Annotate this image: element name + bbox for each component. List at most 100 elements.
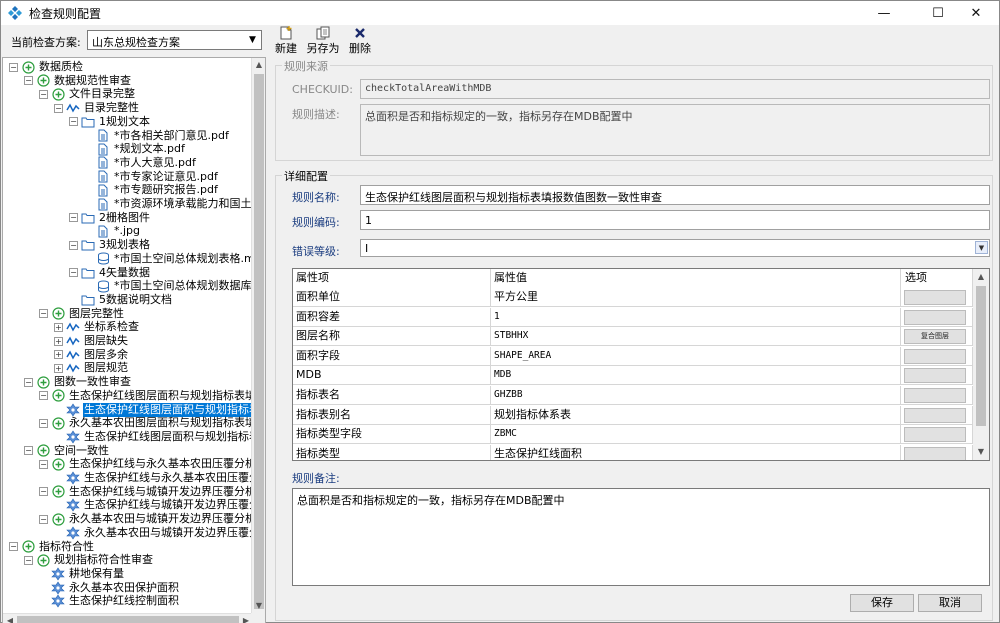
tree-node[interactable]: + 图层多余 (54, 348, 129, 362)
collapse-icon[interactable]: − (69, 213, 78, 223)
tree-node[interactable]: *规划文本.pdf (84, 142, 186, 156)
scroll-up-icon[interactable]: ▲ (973, 269, 989, 285)
collapse-icon[interactable]: − (9, 62, 18, 72)
property-value-cell[interactable]: 生态保护红线面积 (491, 444, 901, 460)
property-value-cell[interactable]: STBHHX (491, 327, 901, 347)
rule-code-input[interactable]: 1 (360, 210, 990, 230)
grid-column-header[interactable]: 选项 (901, 269, 973, 288)
collapse-icon[interactable]: − (9, 542, 18, 551)
rule-name-input[interactable]: 生态保护红线图层面积与规划指标表填报数值图数一致性审查 (360, 185, 990, 205)
option-button[interactable] (904, 290, 966, 305)
tree-vertical-scroll-thumb[interactable] (254, 74, 264, 609)
property-value-cell[interactable]: ZBMC (491, 425, 901, 445)
collapse-icon[interactable]: − (39, 459, 48, 469)
collapse-icon[interactable]: − (69, 117, 78, 127)
expand-icon[interactable]: + (54, 322, 63, 332)
option-button[interactable]: 复合图层 (904, 329, 966, 345)
tree-node[interactable]: *市专题研究报告.pdf (84, 183, 219, 197)
tree-node[interactable]: 永久基本农田与城镇开发边界压覆分 (54, 526, 253, 540)
property-value-cell[interactable]: GHZBB (491, 386, 901, 405)
tree-node[interactable]: − 生态保护红线与永久基本农田压覆分析 (39, 457, 253, 471)
tree-node[interactable]: − 目录完整性 (54, 101, 140, 115)
tree-node[interactable]: 生态保护红线图层面积与规划指标表 (54, 402, 253, 417)
scroll-down-icon[interactable]: ▼ (252, 599, 265, 613)
error-level-dropdown[interactable]: I ▼ (360, 239, 990, 257)
tree-node[interactable]: 生态保护红线与城镇开发边界压覆分 (54, 498, 253, 512)
option-button[interactable] (904, 309, 966, 325)
grid-row[interactable]: 图层名称 STBHHX 复合图层 (293, 327, 973, 347)
grid-row[interactable]: 指标类型字段 ZBMC (293, 425, 973, 445)
grid-row[interactable]: 面积字段 SHAPE_AREA (293, 346, 973, 366)
tree-horizontal-scrollbar[interactable]: ◀ ▶ (3, 613, 253, 623)
grid-column-header[interactable]: 属性项 (293, 269, 491, 288)
cancel-button[interactable]: 取消 (918, 594, 982, 612)
property-value-cell[interactable]: SHAPE_AREA (491, 346, 901, 366)
grid-row[interactable]: 指标表名 GHZBB (293, 386, 973, 405)
option-button[interactable] (904, 368, 966, 384)
tree-horizontal-scroll-thumb[interactable] (17, 616, 239, 623)
tree-node[interactable]: + 图层缺失 (54, 334, 129, 348)
save-as-button[interactable]: 另存为 (303, 25, 343, 57)
property-value-cell[interactable]: 规划指标体系表 (491, 405, 901, 425)
collapse-icon[interactable]: − (24, 446, 33, 456)
tree-node[interactable]: *市国土空间总体规划数据库 (84, 279, 253, 293)
scroll-up-icon[interactable]: ▲ (252, 58, 265, 72)
option-button[interactable] (904, 407, 966, 423)
property-value-cell[interactable]: 1 (491, 307, 901, 327)
tree-node[interactable]: − 生态保护红线图层面积与规划指标表填: (39, 389, 253, 403)
tree-node[interactable]: − 3规划表格 (69, 238, 151, 252)
collapse-icon[interactable]: − (54, 103, 63, 113)
tree-node[interactable]: − 空间一致性 (24, 444, 110, 458)
rule-tree[interactable]: − 数据质检 − 数据规范性审查 − 文件目录完整 − 目录完整性 −1规划文本 *市各相关部门意… (2, 57, 266, 623)
tree-node[interactable]: 生态保护红线与永久基本农田压覆分 (54, 471, 253, 485)
scroll-left-icon[interactable]: ◀ (3, 614, 17, 623)
tree-node[interactable]: − 图数一致性审查 (24, 375, 132, 389)
tree-node[interactable]: 5数据说明文档 (69, 293, 173, 307)
tree-node[interactable]: − 2栅格图件 (69, 211, 151, 225)
rule-remark-textarea[interactable]: 总面积是否和指标规定的一致，指标另存在MDB配置中 (292, 488, 990, 586)
minimize-button[interactable]: — (861, 1, 907, 25)
tree-node[interactable]: − 永久基本农田图层面积与规划指标表填: (39, 416, 253, 430)
collapse-icon[interactable]: − (39, 514, 48, 524)
tree-vertical-scrollbar[interactable]: ▲ ▼ (251, 58, 265, 613)
tree-node[interactable]: − 图层完整性 (39, 307, 125, 321)
collapse-icon[interactable]: − (39, 487, 48, 497)
property-grid[interactable]: 属性项 属性值 选项 面积单位 平方公里 面积容差 1 图层名称 STBHHX 复合图层 面积字段 S… (292, 268, 990, 461)
close-button[interactable]: ✕ (953, 1, 999, 25)
tree-node[interactable]: *市资源环境承载能力和国土 (84, 197, 253, 211)
tree-node[interactable]: − 数据质检 (9, 60, 84, 74)
tree-node[interactable]: *市人大意见.pdf (84, 156, 197, 170)
option-button[interactable] (904, 348, 966, 364)
tree-node[interactable]: − 指标符合性 (9, 540, 95, 554)
grid-row[interactable]: MDB MDB (293, 366, 973, 386)
expand-icon[interactable]: + (54, 363, 63, 373)
tree-node[interactable]: *市专家论证意见.pdf (84, 170, 219, 184)
tree-node[interactable]: − 永久基本农田与城镇开发边界压覆分析 (39, 512, 253, 526)
collapse-icon[interactable]: − (69, 268, 78, 277)
tree-node[interactable]: − 文件目录完整 (39, 87, 136, 101)
chevron-down-icon[interactable]: ▼ (244, 31, 261, 49)
option-button[interactable] (904, 446, 966, 460)
tree-node[interactable]: − 数据规范性审查 (24, 74, 132, 88)
collapse-icon[interactable]: − (24, 555, 33, 565)
expand-icon[interactable]: + (54, 350, 63, 360)
collapse-icon[interactable]: − (39, 309, 48, 319)
save-button[interactable]: 保存 (850, 594, 914, 612)
grid-vertical-scrollbar[interactable]: ▲ ▼ (973, 269, 989, 460)
collapse-icon[interactable]: − (24, 76, 33, 86)
delete-button[interactable]: 删除 (343, 25, 377, 57)
tree-node[interactable]: − 4矢量数据 (69, 266, 151, 280)
tree-node[interactable]: 耕地保有量 (39, 567, 125, 581)
property-value-cell[interactable]: MDB (491, 366, 901, 386)
tree-node[interactable]: *.jpg (84, 224, 141, 238)
grid-row[interactable]: 面积容差 1 (293, 307, 973, 327)
chevron-down-icon[interactable]: ▼ (975, 241, 988, 254)
new-button[interactable]: 新建 (269, 25, 303, 57)
tree-node[interactable]: − 规划指标符合性审查 (24, 553, 154, 567)
collapse-icon[interactable]: − (69, 240, 78, 250)
property-value-cell[interactable]: 平方公里 (491, 288, 901, 307)
collapse-icon[interactable]: − (39, 391, 48, 401)
tree-node[interactable]: 生态保护红线控制面积 (39, 594, 180, 608)
grid-scroll-thumb[interactable] (976, 286, 986, 426)
option-button[interactable] (904, 388, 966, 403)
